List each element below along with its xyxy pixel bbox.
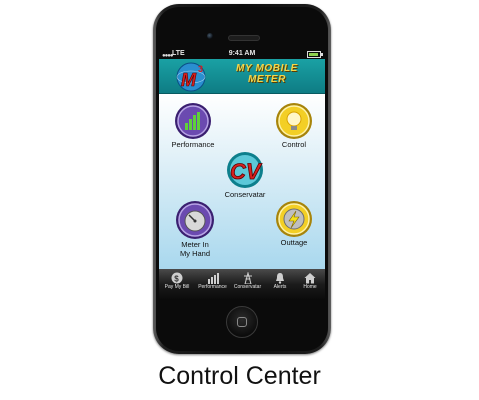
tab-label: Performance <box>198 284 227 290</box>
svg-text:3: 3 <box>198 64 203 74</box>
conservatar-tile[interactable]: CV Conservatar <box>215 150 275 199</box>
meter-label-line1: Meter In <box>181 240 209 249</box>
m3-logo-icon: M 3 <box>176 62 206 92</box>
bell-icon <box>276 273 284 284</box>
main-menu: Performance Control CV Conservatar Meter… <box>159 94 325 269</box>
dollar-icon: $ <box>171 272 183 284</box>
battery-icon <box>307 51 323 58</box>
home-icon <box>304 273 316 284</box>
tab-pay-my-bill[interactable]: $ Pay My Bill <box>159 269 195 300</box>
tab-alerts[interactable]: Alerts <box>265 269 295 300</box>
tab-bar: $ Pay My Bill Performance Conservatar Al… <box>159 269 325 300</box>
app-title-line2: METER <box>248 74 286 85</box>
status-time: 9:41 AM <box>228 50 256 57</box>
bar-chart-icon <box>207 273 219 284</box>
bulb-icon <box>276 103 312 139</box>
control-tile[interactable]: Control <box>267 102 321 149</box>
lightning-icon <box>276 201 312 237</box>
bar-chart-icon <box>175 103 211 139</box>
outage-tile[interactable]: Outtage <box>267 200 321 247</box>
home-button[interactable] <box>226 306 258 338</box>
performance-label: Performance <box>171 140 215 149</box>
app-header: M 3 MY MOBILE METER <box>159 59 325 94</box>
conservatar-label: Conservatar <box>224 190 266 199</box>
tab-performance[interactable]: Performance <box>195 269 230 300</box>
tab-home[interactable]: Home <box>295 269 325 300</box>
svg-text:$: $ <box>174 274 179 283</box>
tab-label: Pay My Bill <box>164 284 190 290</box>
status-bar: ●●●● LTE 9:41 AM <box>159 48 325 59</box>
cv-logo-icon: CV <box>227 152 263 188</box>
outage-label: Outtage <box>280 238 308 247</box>
tab-label: Conservatar <box>233 284 262 290</box>
app-title-line1: MY MOBILE <box>236 63 298 74</box>
control-label: Control <box>281 140 307 149</box>
meter-tile[interactable]: Meter In My Hand <box>167 200 223 258</box>
tab-conservatar[interactable]: Conservatar <box>230 269 265 300</box>
meter-label-line2: My Hand <box>179 249 210 258</box>
app-title: MY MOBILE METER <box>215 63 319 85</box>
phone-screen: ●●●● LTE 9:41 AM M 3 MY MOBILE METER Per… <box>159 48 325 300</box>
caption: Control Center <box>158 362 321 390</box>
front-camera <box>207 33 213 39</box>
performance-tile[interactable]: Performance <box>165 102 221 149</box>
earpiece-speaker <box>228 35 260 41</box>
tab-label: Alerts <box>273 284 287 290</box>
tower-icon <box>243 272 252 284</box>
tab-label: Home <box>303 284 317 290</box>
speedometer-icon <box>176 201 214 239</box>
svg-text:CV: CV <box>230 159 263 184</box>
svg-text:M: M <box>181 70 197 90</box>
